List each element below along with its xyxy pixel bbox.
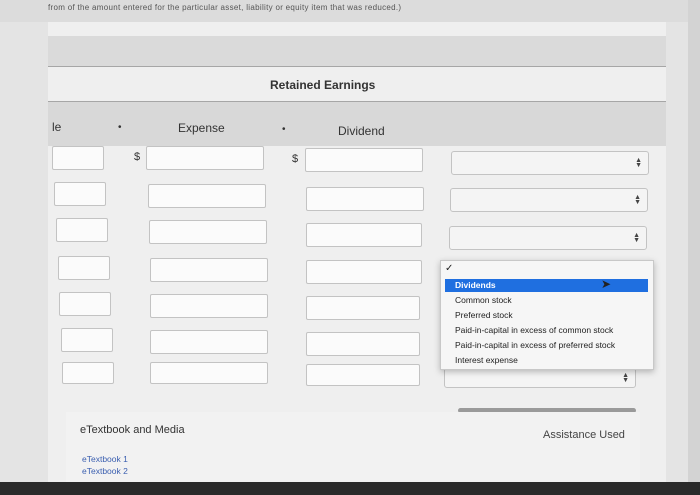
column-header-dividend: Dividend: [338, 124, 385, 138]
dropdown-option-common-stock[interactable]: Common stock: [455, 295, 512, 305]
footer-panel: [66, 412, 640, 482]
currency-symbol: $: [134, 151, 141, 163]
bottom-bezel: [0, 482, 700, 495]
account-select[interactable]: ▲ ▼: [449, 226, 647, 250]
expense-amount-input[interactable]: [150, 330, 268, 354]
expense-amount-input[interactable]: [146, 146, 264, 170]
instruction-text: from of the amount entered for the parti…: [48, 3, 402, 12]
section-title: Retained Earnings: [270, 78, 376, 92]
amount-input-left[interactable]: [52, 146, 104, 170]
account-select[interactable]: ▲ ▼: [450, 188, 648, 212]
dividend-amount-input[interactable]: [306, 223, 422, 247]
expense-amount-input[interactable]: [149, 220, 267, 244]
check-icon: ✓: [445, 263, 454, 274]
column-header-expense: Expense: [178, 121, 225, 135]
amount-input-left[interactable]: [61, 328, 113, 352]
dropdown-option-dividends[interactable]: Dividends: [455, 280, 496, 290]
dropdown-option-preferred-stock[interactable]: Preferred stock: [455, 310, 513, 320]
assistance-used-label: Assistance Used: [543, 429, 625, 441]
dropdown-option-interest-expense[interactable]: Interest expense: [455, 355, 518, 365]
amount-input-left[interactable]: [59, 292, 111, 316]
dropdown-option-pic-preferred[interactable]: Paid-in-capital in excess of preferred s…: [455, 340, 615, 350]
account-dropdown-list[interactable]: ✓ Dividends Common stock Preferred stock…: [440, 260, 654, 370]
column-header-partial: le: [52, 120, 62, 134]
updown-arrow-icon: ▲ ▼: [633, 232, 640, 244]
updown-arrow-icon: ▲ ▼: [635, 157, 642, 169]
dropdown-option-pic-common[interactable]: Paid-in-capital in excess of common stoc…: [455, 325, 613, 335]
dividend-amount-input[interactable]: [305, 148, 423, 172]
etextbook-link-1[interactable]: eTextbook 1: [82, 454, 128, 464]
updown-arrow-icon: ▲ ▼: [622, 372, 629, 384]
column-separator: •: [282, 124, 286, 135]
screen-edge: [688, 0, 700, 495]
etextbook-link-2[interactable]: eTextbook 2: [82, 466, 128, 476]
amount-input-left[interactable]: [54, 182, 106, 206]
dividend-amount-input[interactable]: [306, 332, 420, 356]
amount-input-left[interactable]: [58, 256, 110, 280]
amount-input-left[interactable]: [56, 218, 108, 242]
currency-symbol: $: [292, 153, 299, 165]
account-select[interactable]: ▲ ▼: [444, 368, 636, 388]
dividend-amount-input[interactable]: [306, 187, 424, 211]
divider: [48, 66, 666, 67]
dividend-amount-input[interactable]: [306, 364, 420, 386]
etextbook-media-label[interactable]: eTextbook and Media: [80, 424, 185, 436]
expense-amount-input[interactable]: [148, 184, 266, 208]
amount-input-left[interactable]: [62, 362, 114, 384]
expense-amount-input[interactable]: [150, 258, 268, 282]
updown-arrow-icon: ▲ ▼: [634, 194, 641, 206]
expense-amount-input[interactable]: [150, 362, 268, 384]
dividend-amount-input[interactable]: [306, 296, 420, 320]
account-select[interactable]: ▲ ▼: [451, 151, 649, 175]
column-separator: •: [118, 122, 122, 133]
header-band: [48, 36, 666, 66]
dividend-amount-input[interactable]: [306, 260, 422, 284]
mouse-pointer-icon: ➤: [601, 277, 612, 291]
expense-amount-input[interactable]: [150, 294, 268, 318]
